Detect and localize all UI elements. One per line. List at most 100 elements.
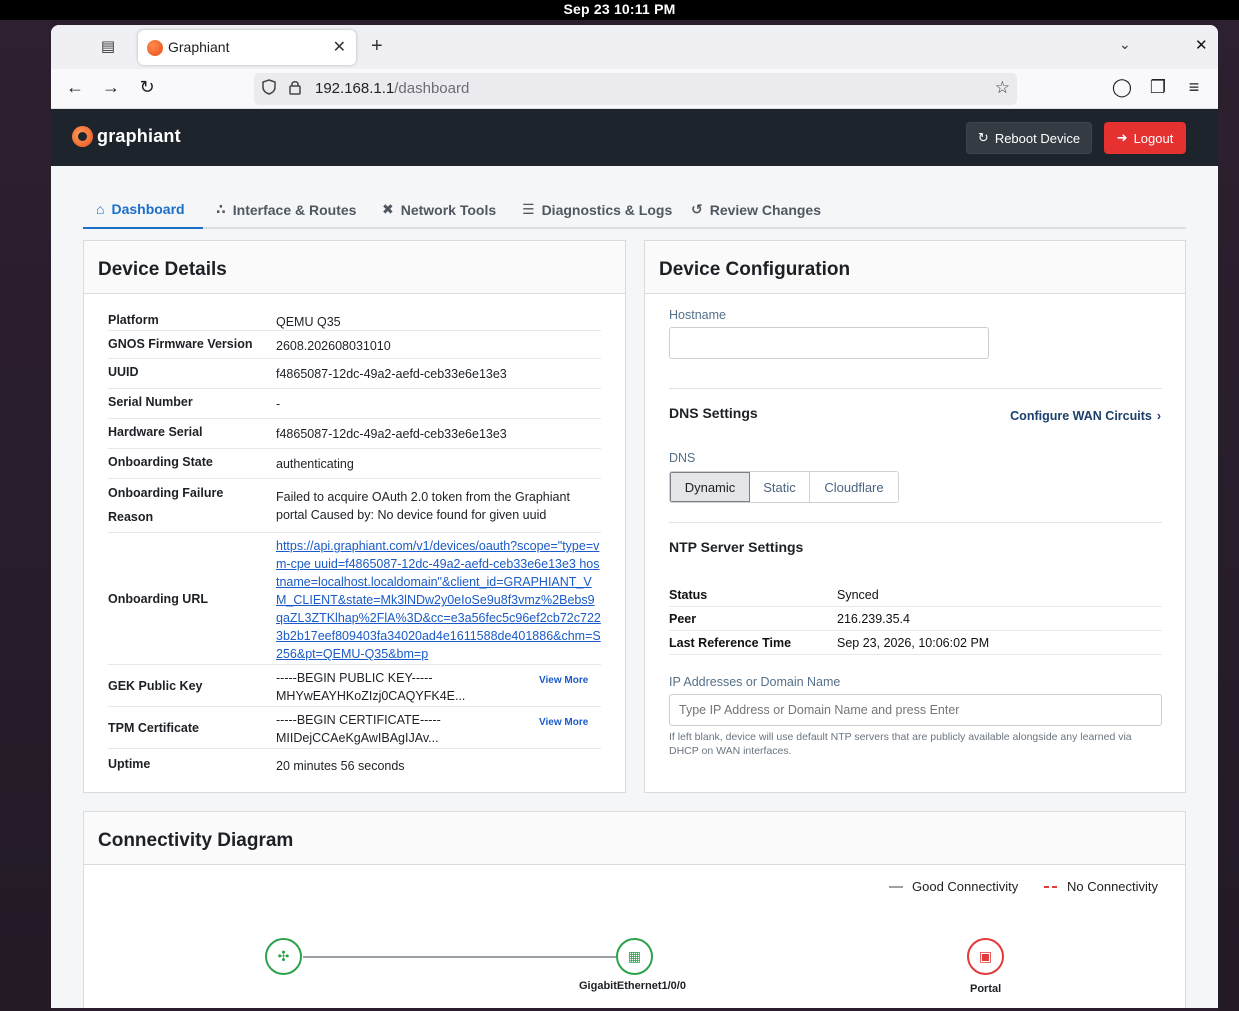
- main-tabs: ⌂ Dashboard ∴ Interface & Routes ✖ Netwo…: [83, 190, 1186, 229]
- new-tab-icon[interactable]: +: [371, 35, 383, 58]
- ntp-row-status: Status Synced: [669, 583, 1162, 607]
- shield-icon[interactable]: [262, 79, 276, 99]
- detail-row-gek-public-key: GEK Public Key -----BEGIN PUBLIC KEY----…: [108, 665, 601, 707]
- router-node[interactable]: ✣: [265, 938, 302, 975]
- detail-value: -----BEGIN PUBLIC KEY----- MHYwEAYHKoZIz…: [276, 671, 466, 703]
- connection-line: [303, 956, 636, 958]
- detail-row-uptime: Uptime 20 minutes 56 seconds: [108, 749, 601, 779]
- detail-label: Hardware Serial: [108, 425, 203, 439]
- detail-value: -----BEGIN CERTIFICATE----- MIIDejCCAeKg…: [276, 713, 441, 745]
- detail-row-firmware: GNOS Firmware Version 2608.202608031010: [108, 331, 601, 359]
- detail-row-uuid: UUID f4865087-12dc-49a2-aefd-ceb33e6e13e…: [108, 359, 601, 389]
- ntp-server-input[interactable]: [669, 694, 1162, 726]
- hostname-input[interactable]: [669, 327, 989, 359]
- portal-node[interactable]: ▣: [967, 938, 1004, 975]
- detail-row-onboarding-state: Onboarding State authenticating: [108, 449, 601, 479]
- bookmark-star-icon[interactable]: ☆: [995, 78, 1010, 98]
- lock-icon[interactable]: [288, 79, 302, 98]
- logout-icon: ➜: [1116, 130, 1128, 145]
- tab-diagnostics-logs[interactable]: ☰ Diagnostics & Logs: [509, 190, 685, 229]
- chevron-down-icon[interactable]: ⌄: [1119, 36, 1131, 53]
- tpm-view-more-link[interactable]: View More: [531, 707, 588, 748]
- tab-diagnostics-logs-label: Diagnostics & Logs: [541, 201, 673, 218]
- reboot-device-button[interactable]: ↻ Reboot Device: [966, 122, 1092, 154]
- connectivity-diagram-canvas: Good Connectivity No Connectivity ✣ ▦ Gi…: [84, 865, 1185, 1005]
- configure-wan-circuits-link[interactable]: Configure WAN Circuits ›: [1010, 409, 1161, 423]
- tab-network-tools[interactable]: ✖ Network Tools: [369, 190, 509, 229]
- tab-dashboard[interactable]: ⌂ Dashboard: [83, 190, 203, 229]
- dns-cloudflare-button[interactable]: Cloudflare: [810, 472, 898, 502]
- tab-review-changes[interactable]: ↺ Review Changes: [678, 190, 834, 229]
- browser-tab-title: Graphiant: [168, 39, 230, 55]
- url-path: /dashboard: [394, 80, 470, 97]
- onboarding-url-link[interactable]: https://api.graphiant.com/v1/devices/oau…: [276, 534, 601, 663]
- browser-window: ▤ Graphiant ✕ + ⌄ ✕ ← → ↻ 192.168.1.1/da…: [51, 25, 1218, 1008]
- history-icon: ↺: [691, 201, 703, 217]
- extensions-icon[interactable]: ❐: [1147, 77, 1169, 98]
- detail-row-onboarding-url: Onboarding URL https://api.graphiant.com…: [108, 533, 601, 665]
- detail-label: Uptime: [108, 757, 151, 771]
- graphiant-favicon-icon: [147, 40, 163, 56]
- connectivity-diagram-card: Connectivity Diagram Good Connectivity N…: [83, 811, 1186, 1008]
- detail-label: GNOS Firmware Version: [108, 337, 253, 351]
- system-top-bar: Sep 23 10:11 PM: [0, 0, 1239, 20]
- app-header: graphiant ↻ Reboot Device ➜ Logout: [51, 109, 1218, 166]
- dns-label: DNS: [669, 451, 696, 465]
- portal-icon: ▣: [978, 948, 993, 964]
- tab-review-changes-label: Review Changes: [709, 201, 821, 218]
- detail-value: authenticating: [276, 457, 354, 471]
- home-icon: ⌂: [96, 200, 105, 217]
- close-tab-icon[interactable]: ✕: [333, 37, 346, 57]
- ntp-settings-title: NTP Server Settings: [669, 539, 804, 555]
- legend-solid-line: [889, 885, 903, 888]
- detail-label: Onboarding Failure Reason: [108, 486, 224, 524]
- dns-static-button[interactable]: Static: [750, 472, 810, 502]
- graphiant-logo[interactable]: graphiant: [72, 126, 181, 147]
- ntp-value: Sep 23, 2026, 10:06:02 PM: [837, 635, 990, 650]
- portal-label: Portal: [970, 983, 1002, 995]
- connectivity-diagram-title: Connectivity Diagram: [84, 812, 1185, 865]
- dns-settings-title: DNS Settings: [669, 405, 758, 421]
- detail-value: Failed to acquire OAuth 2.0 token from t…: [276, 490, 570, 522]
- detail-value: f4865087-12dc-49a2-aefd-ceb33e6e13e3: [276, 367, 507, 381]
- address-bar[interactable]: 192.168.1.1/dashboard ☆: [254, 73, 1017, 105]
- detail-row-tpm-certificate: TPM Certificate -----BEGIN CERTIFICATE--…: [108, 707, 601, 749]
- detail-label: Serial Number: [108, 395, 193, 409]
- main-content: ⌂ Dashboard ∴ Interface & Routes ✖ Netwo…: [51, 166, 1218, 1008]
- share-icon: ∴: [216, 201, 226, 217]
- device-details-card: Device Details Platform QEMU Q35 GNOS Fi…: [83, 240, 626, 793]
- detail-row-hardware-serial: Hardware Serial f4865087-12dc-49a2-aefd-…: [108, 419, 601, 449]
- dns-mode-selector: Dynamic Static Cloudflare: [669, 471, 899, 503]
- detail-row-serial-number: Serial Number -: [108, 389, 601, 419]
- ntp-row-last-reference-time: Last Reference Time Sep 23, 2026, 10:06:…: [669, 631, 1162, 655]
- divider: [669, 522, 1162, 523]
- desktop-background-left: [0, 20, 51, 1011]
- detail-row-platform: Platform QEMU Q35: [108, 307, 601, 331]
- reload-icon[interactable]: ↻: [136, 77, 158, 98]
- ntp-row-peer: Peer 216.239.35.4: [669, 607, 1162, 631]
- back-icon[interactable]: ←: [64, 77, 86, 98]
- logout-button[interactable]: ➜ Logout: [1104, 122, 1186, 154]
- dns-dynamic-button[interactable]: Dynamic: [670, 472, 750, 502]
- close-window-icon[interactable]: ✕: [1195, 36, 1208, 54]
- browser-tab[interactable]: Graphiant ✕: [138, 30, 356, 65]
- tab-network-tools-label: Network Tools: [400, 201, 497, 218]
- detail-label: Onboarding State: [108, 455, 213, 469]
- gek-view-more-link[interactable]: View More: [531, 665, 588, 706]
- tab-interface-routes[interactable]: ∴ Interface & Routes: [203, 190, 369, 229]
- detail-value: 2608.202608031010: [276, 339, 391, 353]
- ntp-help-text: If left blank, device will use default N…: [669, 731, 1132, 757]
- detail-value: -: [276, 397, 281, 411]
- url-text: 192.168.1.1/dashboard: [315, 80, 469, 97]
- gigabit-ethernet-node[interactable]: ▦: [616, 938, 653, 975]
- url-host: 192.168.1.1: [315, 80, 395, 97]
- forward-icon[interactable]: →: [100, 77, 122, 98]
- tools-icon: ✖: [382, 201, 394, 217]
- menu-icon[interactable]: ≡: [1183, 77, 1205, 98]
- legend-none-label: No Connectivity: [1067, 879, 1159, 894]
- legend-good-label: Good Connectivity: [912, 879, 1019, 894]
- detail-label: TPM Certificate: [108, 721, 199, 735]
- reboot-device-label: Reboot Device: [994, 130, 1081, 146]
- account-icon[interactable]: ◯: [1111, 77, 1133, 98]
- tab-overview-icon[interactable]: ▤: [98, 37, 118, 57]
